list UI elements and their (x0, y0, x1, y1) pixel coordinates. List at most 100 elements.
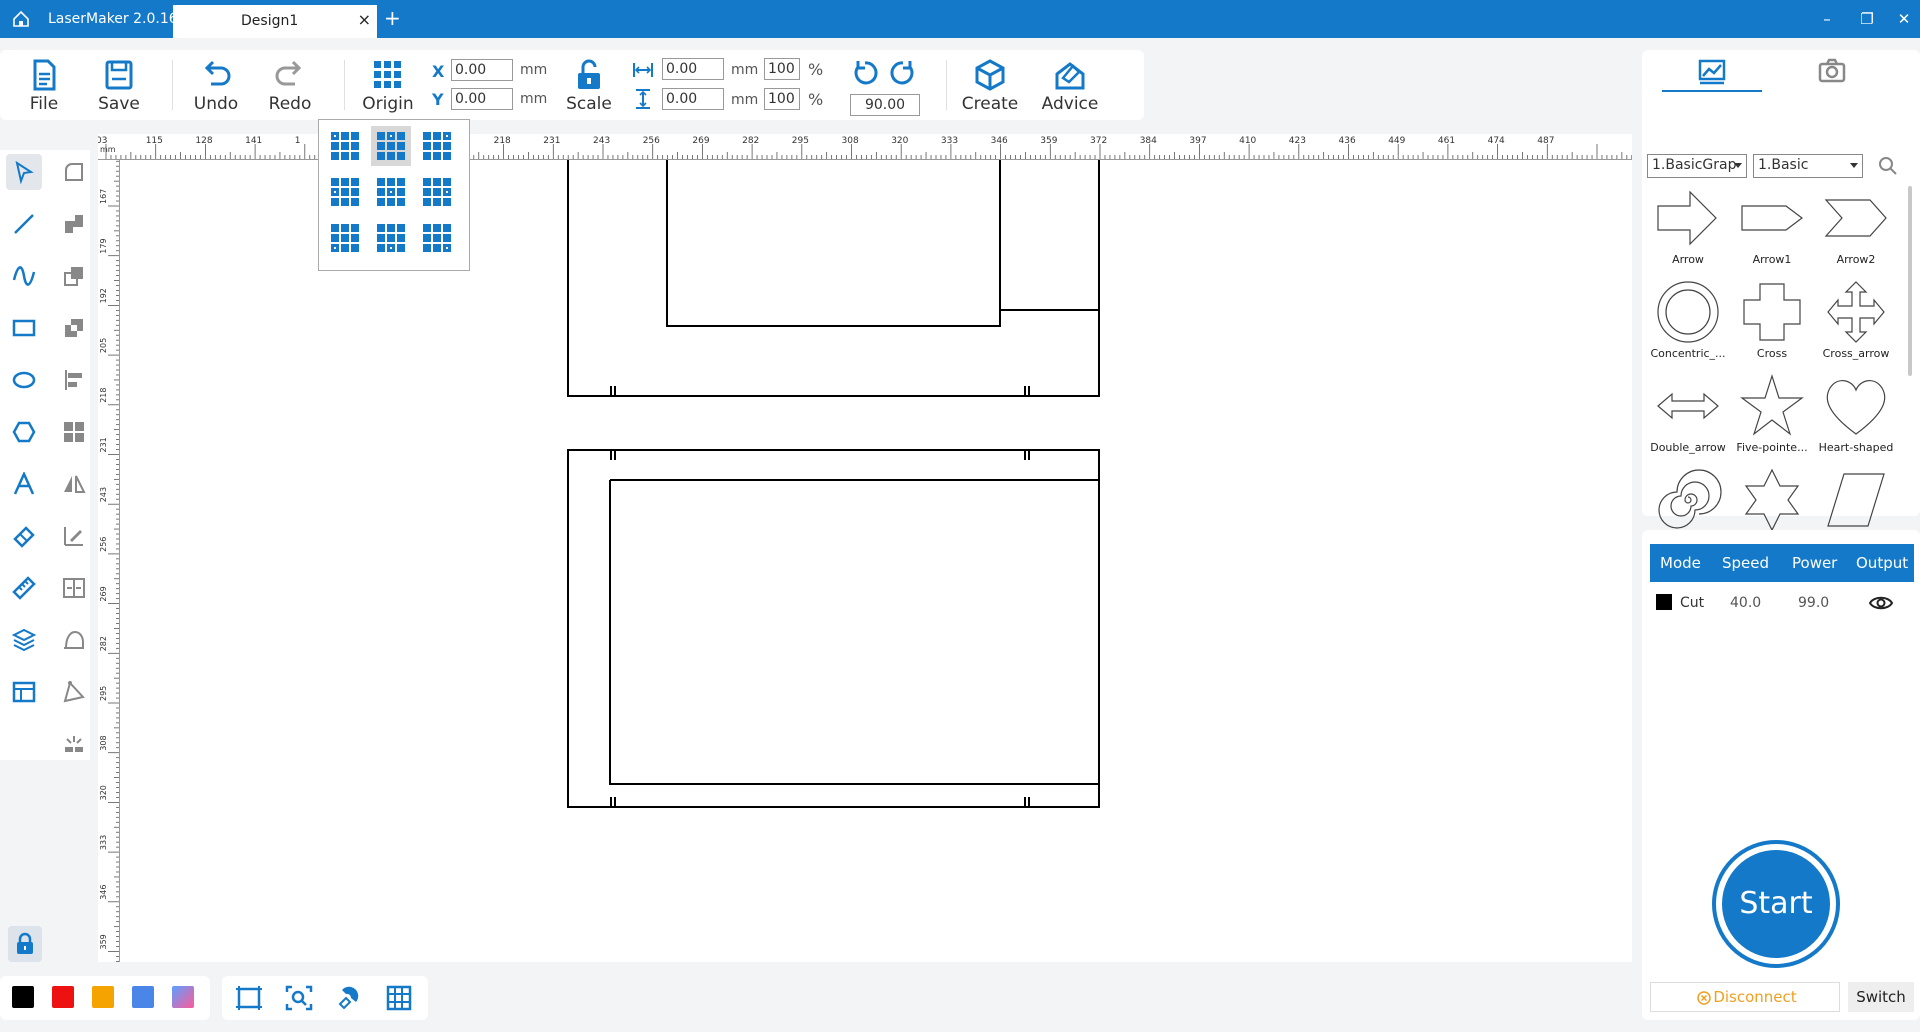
color-swatch[interactable] (172, 986, 194, 1008)
laser-path-icon (63, 681, 85, 703)
rotate-cw-icon[interactable] (888, 58, 918, 88)
advice-button[interactable]: Advice (1038, 58, 1102, 120)
ellipse-tool[interactable] (6, 362, 42, 398)
layer-row[interactable]: Cut 40.0 99.0 (1650, 586, 1914, 620)
disconnect-button[interactable]: Disconnect (1650, 982, 1840, 1012)
laser-effect-tool[interactable] (56, 726, 92, 762)
shape-grid-scrollbar[interactable] (1908, 186, 1912, 376)
switch-button[interactable]: Switch (1848, 982, 1914, 1012)
redo-button[interactable]: Redo (258, 58, 322, 120)
cross-shape-icon (1743, 283, 1801, 341)
width-percent-input[interactable] (764, 58, 800, 80)
intersect-tool[interactable] (56, 310, 92, 346)
trace-tool[interactable] (56, 518, 92, 554)
mirror-tool[interactable] (56, 466, 92, 502)
shape-subcategory-select[interactable]: 1.Basic (1753, 154, 1863, 178)
document-tab[interactable]: Design1 × (173, 5, 377, 38)
color-swatch[interactable] (132, 986, 154, 1008)
origin-top-left[interactable] (325, 126, 365, 166)
scale-lock-button[interactable]: Scale (557, 58, 621, 120)
layer-power[interactable]: 99.0 (1798, 595, 1829, 611)
shape-item[interactable]: Arrow (1646, 182, 1730, 276)
maximize-button[interactable]: ❐ (1856, 8, 1878, 30)
polygon-tool[interactable] (6, 414, 42, 450)
origin-button[interactable]: Origin (356, 58, 420, 120)
rotate-ccw-icon[interactable] (850, 58, 880, 88)
color-swatch[interactable] (92, 986, 114, 1008)
line-tool[interactable] (6, 206, 42, 242)
zoom-selection-button[interactable] (284, 984, 314, 1012)
curve-tool[interactable] (6, 258, 42, 294)
height-input[interactable] (662, 88, 724, 110)
layer-mode[interactable]: Cut (1680, 595, 1704, 611)
subtract-tool[interactable] (56, 258, 92, 294)
union-tool[interactable] (56, 206, 92, 242)
origin-middle-left[interactable] (325, 172, 365, 212)
rectangle-tool[interactable] (6, 310, 42, 346)
align-tool[interactable] (56, 362, 92, 398)
laser-path-tool[interactable] (56, 674, 92, 710)
y-position-input[interactable] (451, 88, 513, 110)
shape-item[interactable]: Arrow1 (1730, 182, 1814, 276)
layer-speed[interactable]: 40.0 (1730, 595, 1761, 611)
shape-grid: Arrow Arrow1 Arrow2 Concentric_... Cross Cros… (1642, 182, 1904, 566)
hand-tool[interactable] (56, 622, 92, 658)
unlock-icon (578, 59, 600, 89)
save-button[interactable]: Save (87, 58, 151, 120)
file-button[interactable]: File (12, 58, 76, 120)
shape-item[interactable]: Cross (1730, 276, 1814, 370)
rotation-input[interactable] (850, 94, 920, 116)
height-percent-input[interactable] (764, 88, 800, 110)
layout-tool[interactable] (6, 674, 42, 710)
ruler-unit: mm (100, 145, 116, 154)
ruler-tick-label: 115 (146, 136, 163, 146)
upper-box-part[interactable] (567, 160, 1100, 397)
home-icon[interactable] (10, 8, 32, 30)
create-button[interactable]: Create (958, 58, 1022, 120)
shape-item[interactable]: Concentric_... (1646, 276, 1730, 370)
color-swatch[interactable] (12, 986, 34, 1008)
start-button[interactable]: Start (1712, 840, 1840, 968)
node-edit-tool[interactable] (56, 154, 92, 190)
color-swatch[interactable] (52, 986, 74, 1008)
text-tool[interactable] (6, 466, 42, 502)
shape-item[interactable]: Five-pointe... (1730, 370, 1814, 464)
snap-button[interactable] (334, 984, 364, 1012)
shape-item[interactable]: Double_arrow (1646, 370, 1730, 464)
array-tool[interactable] (56, 414, 92, 450)
design-drawing (567, 160, 1100, 808)
width-input[interactable] (662, 58, 724, 80)
design-canvas[interactable] (120, 160, 1632, 962)
origin-middle-right[interactable] (417, 172, 457, 212)
tab-camera[interactable] (1816, 56, 1848, 86)
shape-item[interactable]: Heart-shaped (1814, 370, 1898, 464)
fit-view-button[interactable] (234, 984, 264, 1012)
origin-bottom-left[interactable] (325, 218, 365, 258)
origin-top-right[interactable] (417, 126, 457, 166)
shape-category-select[interactable]: 1.BasicGrap (1647, 154, 1747, 178)
shape-item[interactable]: Cross_arrow (1814, 276, 1898, 370)
split-tool[interactable] (56, 570, 92, 606)
measure-tool[interactable] (6, 570, 42, 606)
camera-icon (1818, 58, 1846, 83)
lower-box-part[interactable] (567, 449, 1100, 808)
eraser-tool[interactable] (6, 518, 42, 554)
tab-shape-library[interactable] (1696, 56, 1728, 86)
grid-toggle-button[interactable] (384, 984, 414, 1012)
origin-bottom-right[interactable] (417, 218, 457, 258)
origin-bottom-center[interactable] (371, 218, 411, 258)
search-icon[interactable] (1878, 156, 1898, 176)
new-tab-button[interactable]: + (384, 6, 401, 30)
origin-top-center[interactable] (371, 126, 411, 166)
eye-icon[interactable] (1868, 594, 1894, 612)
canvas-lock-button[interactable] (8, 926, 42, 962)
close-window-button[interactable]: ✕ (1893, 8, 1915, 30)
undo-button[interactable]: Undo (184, 58, 248, 120)
x-position-input[interactable] (451, 59, 513, 81)
select-tool[interactable] (6, 154, 42, 190)
layers-tool[interactable] (6, 622, 42, 658)
minimize-button[interactable]: – (1816, 8, 1838, 30)
shape-item[interactable]: Arrow2 (1814, 182, 1898, 276)
close-tab-icon[interactable]: × (358, 10, 371, 29)
origin-center[interactable] (371, 172, 411, 212)
